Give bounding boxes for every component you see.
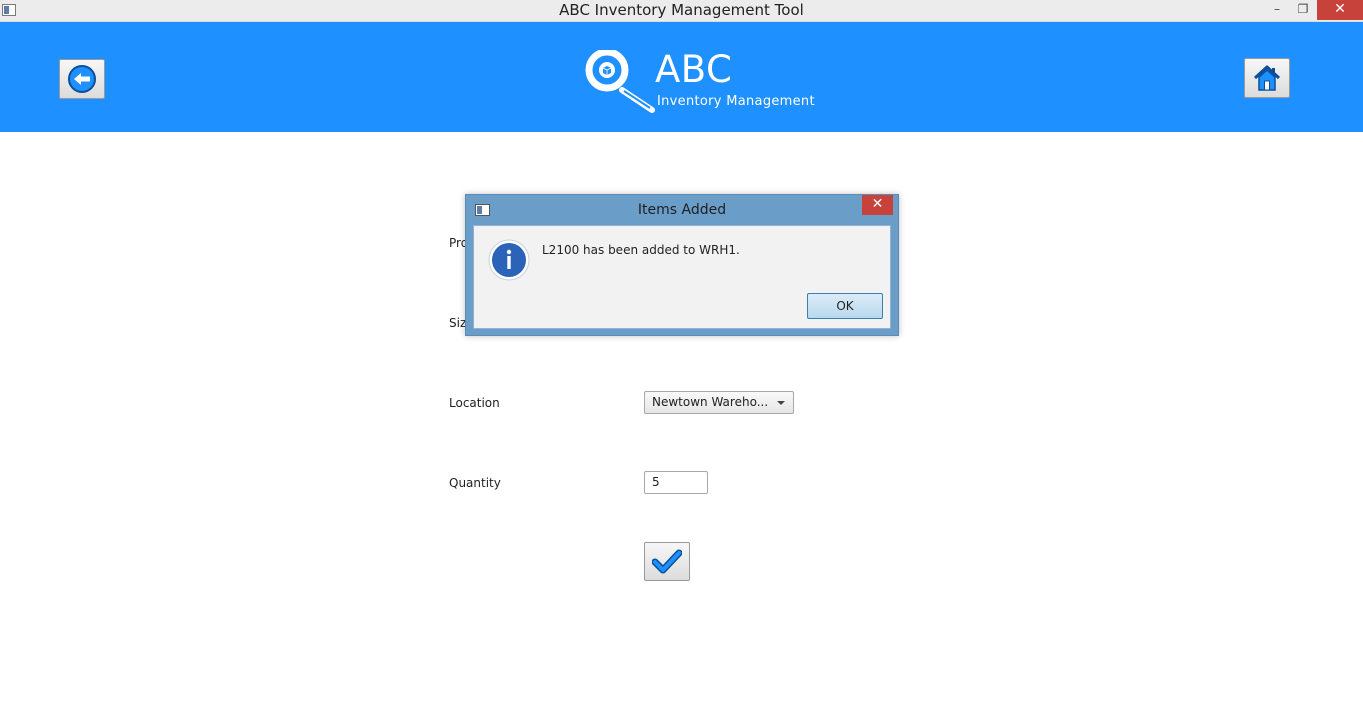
brand-name: ABC [655,48,733,91]
window-close-button[interactable]: ✕ [1317,0,1363,20]
home-button[interactable] [1244,58,1290,98]
app-header: ABC Inventory Management [0,22,1363,132]
confirm-button[interactable] [644,542,690,581]
size-label: Siz [449,316,467,330]
checkmark-icon [652,549,682,573]
maximize-button[interactable]: ❐ [1290,0,1316,20]
magnifier-logo-icon [585,50,655,113]
window-title: ABC Inventory Management Tool [559,1,804,19]
back-button[interactable] [59,59,105,99]
location-dropdown[interactable]: Newtown Wareho... [644,391,794,414]
ok-button[interactable]: OK [807,293,883,319]
location-label: Location [449,396,500,410]
info-icon [488,239,530,281]
dialog-message: L2100 has been added to WRH1. [542,243,740,257]
back-arrow-icon [68,65,96,93]
dialog-close-button[interactable]: ✕ [862,195,893,215]
chevron-down-icon [777,401,785,405]
items-added-dialog: Items Added ✕ L2100 has been added to WR… [465,194,899,336]
quantity-input[interactable]: 5 [644,471,708,494]
dialog-body: L2100 has been added to WRH1. OK [473,225,891,329]
brand-subtitle: Inventory Management [657,94,815,109]
location-selected-value: Newtown Wareho... [652,395,769,409]
dialog-title: Items Added [637,202,727,218]
window-title-bar: ABC Inventory Management Tool – ❐ ✕ [0,0,1363,22]
home-icon [1253,65,1281,91]
minimize-button[interactable]: – [1264,0,1290,20]
quantity-label: Quantity [449,476,501,490]
